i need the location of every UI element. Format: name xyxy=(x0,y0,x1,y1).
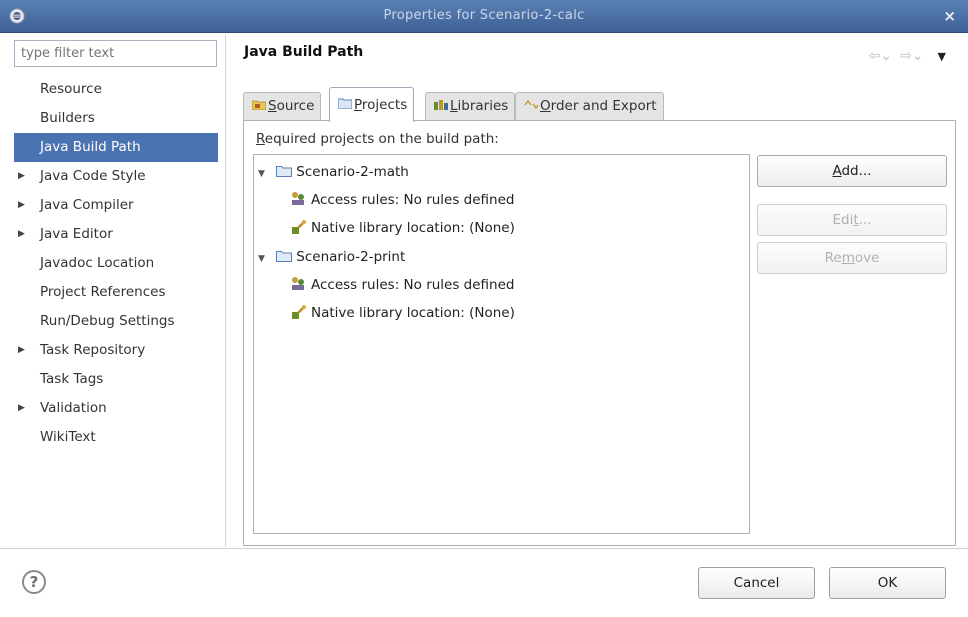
help-icon[interactable]: ? xyxy=(22,570,46,594)
project-name: Scenario-2-math xyxy=(296,164,409,180)
tab-mnemonic: O xyxy=(540,98,551,114)
tab-mnemonic: S xyxy=(268,98,277,114)
title-bar: Properties for Scenario-2-calc × xyxy=(0,0,968,33)
page-title: Java Build Path xyxy=(244,44,364,60)
footer-divider xyxy=(0,548,968,549)
access-rules-icon xyxy=(292,192,304,205)
tab-order-and-export[interactable]: Order and Export xyxy=(515,92,664,121)
nav-item-label: Run/Debug Settings xyxy=(40,313,175,329)
add-button[interactable]: Add... xyxy=(757,155,947,187)
nav-item-label: WikiText xyxy=(40,429,96,445)
native-library-icon xyxy=(292,305,306,319)
button-mnemonic: m xyxy=(841,250,855,266)
forward-arrow-icon[interactable]: ⇨⌄ xyxy=(900,48,923,64)
expand-arrow-icon[interactable]: ▶ xyxy=(18,191,25,220)
nav-item-label: Project References xyxy=(40,284,166,300)
tab-mnemonic: L xyxy=(450,98,458,114)
native-library-icon xyxy=(292,220,306,234)
library-icon xyxy=(434,93,448,120)
tab-label: ibraries xyxy=(457,98,509,114)
collapse-arrow-icon[interactable]: ▼ xyxy=(258,245,272,273)
nav-item-java-compiler[interactable]: ▶ Java Compiler xyxy=(14,191,218,220)
window-title: Properties for Scenario-2-calc xyxy=(383,8,585,23)
back-arrow-icon[interactable]: ⇦⌄ xyxy=(869,48,892,64)
nav-item-label: Resource xyxy=(40,81,102,97)
tab-label: ource xyxy=(276,98,315,114)
remove-button[interactable]: Remove xyxy=(757,242,947,274)
source-folder-icon xyxy=(251,93,267,120)
history-nav: ⇦⌄ ⇨⌄ ▼ xyxy=(869,48,946,64)
native-library-text: Native library location: (None) xyxy=(311,220,515,236)
properties-nav-tree: Resource Builders Java Build Path ▶ Java … xyxy=(14,75,218,452)
ok-button[interactable]: OK xyxy=(829,567,946,599)
nav-item-resource[interactable]: Resource xyxy=(14,75,218,104)
button-label: Re xyxy=(824,250,842,266)
nav-item-label: Java Code Style xyxy=(40,168,146,184)
nav-item-java-code-style[interactable]: ▶ Java Code Style xyxy=(14,162,218,191)
button-label: ove xyxy=(854,250,880,266)
nav-item-label: Java Build Path xyxy=(40,139,141,155)
button-label: dd... xyxy=(841,163,872,179)
collapse-arrow-icon[interactable]: ▼ xyxy=(258,160,272,188)
expand-arrow-icon[interactable]: ▶ xyxy=(18,394,25,423)
cancel-button[interactable]: Cancel xyxy=(698,567,815,599)
button-label: Edi xyxy=(832,212,854,228)
tree-node-native-library[interactable]: Native library location: (None) xyxy=(290,214,515,242)
project-folder-icon xyxy=(276,166,293,177)
tab-source[interactable]: Source xyxy=(243,92,322,121)
required-projects-tree[interactable]: ▼ Scenario-2-math Access rules: No rules… xyxy=(253,154,750,534)
expand-arrow-icon[interactable]: ▶ xyxy=(18,162,25,191)
tree-node-project[interactable]: ▼ Scenario-2-print xyxy=(258,243,405,271)
nav-item-wikitext[interactable]: WikiText xyxy=(14,423,218,452)
project-folder-icon xyxy=(276,251,293,262)
tree-node-access-rules[interactable]: Access rules: No rules defined xyxy=(290,186,515,214)
tab-projects[interactable]: Projects xyxy=(329,87,415,122)
nav-item-task-repository[interactable]: ▶ Task Repository xyxy=(14,336,218,365)
access-rules-text: Access rules: No rules defined xyxy=(311,277,515,293)
nav-item-builders[interactable]: Builders xyxy=(14,104,218,133)
label-mnemonic: R xyxy=(256,131,265,147)
tab-label: rojects xyxy=(361,97,408,113)
tab-mnemonic: P xyxy=(354,97,362,113)
tree-node-native-library[interactable]: Native library location: (None) xyxy=(290,299,515,327)
nav-item-label: Builders xyxy=(40,110,95,126)
tree-node-project[interactable]: ▼ Scenario-2-math xyxy=(258,158,409,186)
nav-item-label: Task Repository xyxy=(40,342,146,358)
nav-item-validation[interactable]: ▶ Validation xyxy=(14,394,218,423)
nav-item-project-references[interactable]: Project References xyxy=(14,278,218,307)
view-menu-icon[interactable]: ▼ xyxy=(938,50,946,63)
tab-label: rder and Export xyxy=(550,98,657,114)
nav-item-java-editor[interactable]: ▶ Java Editor xyxy=(14,220,218,249)
required-projects-label: Required projects on the build path: xyxy=(256,131,499,147)
project-folder-icon xyxy=(337,88,353,122)
filter-input[interactable] xyxy=(14,40,217,67)
project-name: Scenario-2-print xyxy=(296,249,406,265)
nav-item-javadoc-location[interactable]: Javadoc Location xyxy=(14,249,218,278)
tab-libraries[interactable]: Libraries xyxy=(425,92,516,121)
order-icon xyxy=(524,93,540,120)
tree-node-access-rules[interactable]: Access rules: No rules defined xyxy=(290,271,515,299)
nav-item-label: Java Editor xyxy=(40,226,113,242)
nav-item-label: Javadoc Location xyxy=(40,255,155,271)
expand-arrow-icon[interactable]: ▶ xyxy=(18,220,25,249)
label-text: equired projects on the build path: xyxy=(264,131,499,147)
close-icon[interactable]: × xyxy=(943,7,956,25)
button-label: ... xyxy=(858,212,872,228)
access-rules-icon xyxy=(292,277,304,290)
nav-item-task-tags[interactable]: Task Tags xyxy=(14,365,218,394)
nav-item-label: Java Compiler xyxy=(40,197,134,213)
nav-item-label: Task Tags xyxy=(40,371,104,387)
access-rules-text: Access rules: No rules defined xyxy=(311,192,515,208)
edit-button[interactable]: Edit... xyxy=(757,204,947,236)
panel-divider[interactable] xyxy=(225,35,226,547)
expand-arrow-icon[interactable]: ▶ xyxy=(18,336,25,365)
nav-item-run-debug-settings[interactable]: Run/Debug Settings xyxy=(14,307,218,336)
native-library-text: Native library location: (None) xyxy=(311,305,515,321)
nav-item-java-build-path[interactable]: Java Build Path xyxy=(14,133,218,162)
nav-item-label: Validation xyxy=(40,400,107,416)
